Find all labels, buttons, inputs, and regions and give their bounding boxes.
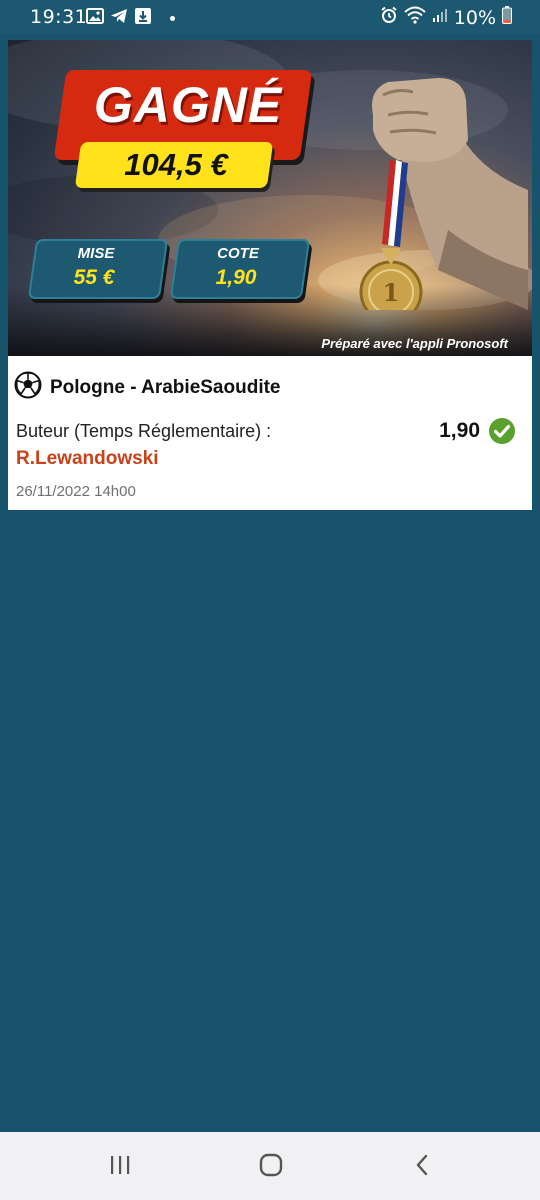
system-icons: 10% bbox=[380, 6, 512, 29]
alarm-icon bbox=[380, 6, 398, 29]
wifi-icon bbox=[404, 6, 426, 29]
bet-odds: 1,90 bbox=[439, 419, 480, 442]
recent-apps-button[interactable] bbox=[100, 1152, 140, 1182]
match-title: Pologne - ArabieSaoudite bbox=[50, 376, 281, 398]
prepared-with-text: Préparé avec l'appli Pronosoft bbox=[321, 336, 508, 351]
bet-market: Buteur (Temps Réglementaire) : bbox=[16, 421, 272, 441]
soccer-ball-icon bbox=[14, 371, 42, 404]
status-time: 19:31 bbox=[30, 6, 88, 28]
gain-amount: 104,5 € bbox=[124, 147, 228, 182]
recent-apps-icon bbox=[108, 1154, 132, 1181]
status-bar: 19:31 10% bbox=[0, 0, 540, 34]
battery-percent: 10% bbox=[453, 6, 496, 29]
home-button[interactable] bbox=[251, 1152, 291, 1182]
result-banner: GAGNÉ ! 104,5 € MISE 55 € COTE 1,90 1 bbox=[8, 40, 532, 356]
back-icon bbox=[412, 1153, 432, 1182]
notification-icons bbox=[86, 7, 175, 30]
navigation-bar bbox=[0, 1132, 540, 1200]
check-circle-icon bbox=[488, 417, 516, 450]
battery-icon bbox=[502, 6, 512, 29]
match-header: Pologne - ArabieSaoudite bbox=[14, 371, 281, 404]
stake-value: 55 € bbox=[73, 266, 115, 289]
telegram-icon bbox=[110, 8, 128, 29]
svg-text:1: 1 bbox=[383, 278, 400, 307]
odds-value: 1,90 bbox=[215, 266, 257, 289]
back-button[interactable] bbox=[402, 1152, 442, 1182]
download-notification-icon bbox=[134, 7, 152, 30]
gallery-icon bbox=[86, 8, 104, 29]
signal-icon bbox=[432, 7, 448, 28]
stake-label: MISE bbox=[77, 245, 115, 262]
dot-icon bbox=[170, 16, 175, 21]
home-icon bbox=[258, 1152, 284, 1183]
fist-medal-icon: 1 bbox=[359, 78, 528, 310]
bet-date: 26/11/2022 14h00 bbox=[16, 483, 136, 500]
odds-label: COTE bbox=[217, 245, 259, 262]
bet-selection: R.Lewandowski bbox=[16, 448, 159, 469]
bet-card[interactable]: GAGNÉ ! 104,5 € MISE 55 € COTE 1,90 1 bbox=[8, 40, 532, 510]
